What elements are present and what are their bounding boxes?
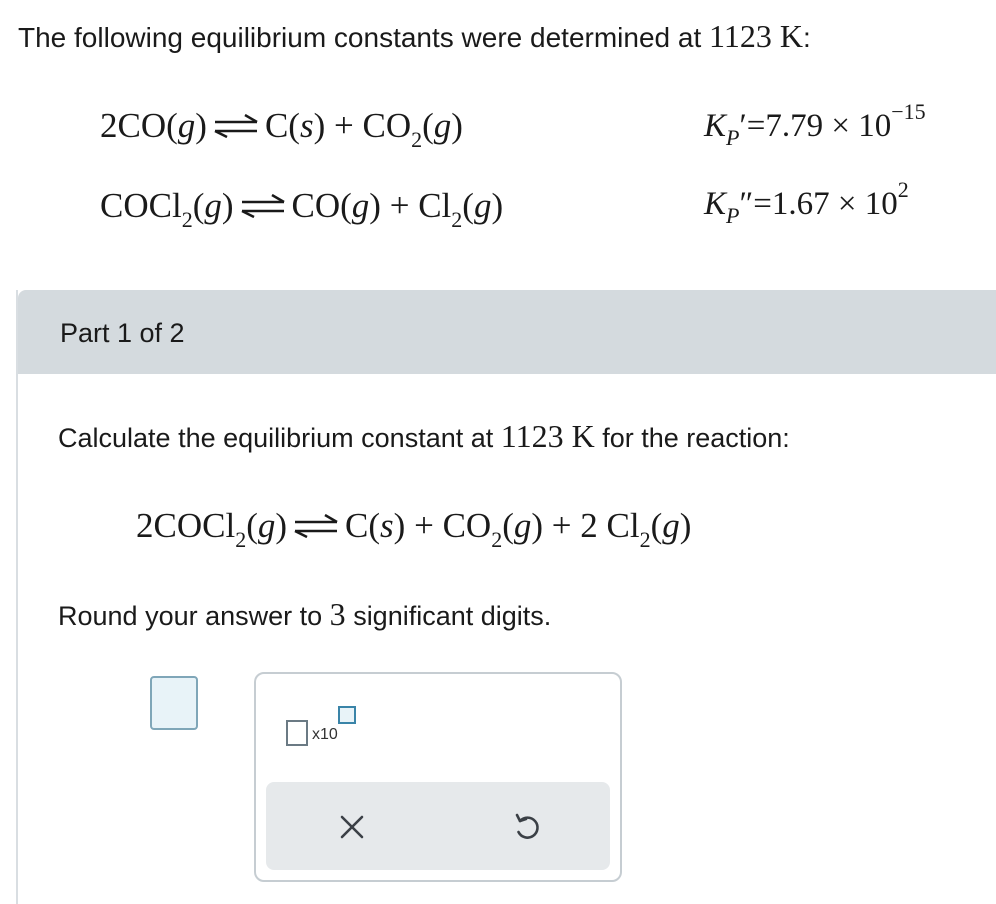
target-product-2-subscript: 2 [491, 527, 503, 552]
target-product-2-state: g [513, 506, 532, 545]
reaction-2-reactant-state: g [204, 186, 222, 225]
x10-label: x10 [312, 726, 338, 743]
undo-icon [515, 813, 539, 839]
part-header: Part 1 of 2 [18, 290, 996, 374]
reaction-1-product-2-subscript: 2 [411, 127, 423, 152]
constant-1-symbol: K [704, 108, 727, 144]
equilibrium-arrow-icon [213, 114, 259, 138]
constant-kp-prime: KP′=7.79 × 10−15 [704, 101, 926, 149]
reaction-1-product-1: C [264, 106, 289, 145]
tool-action-bar [266, 782, 610, 870]
reaction-2-product-2-subscript: 2 [451, 207, 463, 232]
question-prefix: Calculate the equilibrium constant at [58, 423, 494, 453]
constant-2-mantissa: 1.67 [771, 186, 830, 222]
reaction-1-reactant: CO [117, 106, 167, 145]
constant-1-prime: ′ [739, 108, 747, 144]
reset-button[interactable] [504, 804, 550, 850]
target-product-1-state: s [380, 506, 394, 545]
target-plus-1: + [414, 506, 434, 545]
reaction-2-product-1: CO [291, 186, 341, 225]
target-reactant-state: g [257, 506, 276, 545]
intro-temperature: 1123 K [709, 18, 803, 54]
reaction-2-plus: + [389, 186, 410, 225]
reaction-1-product-1-state: s [299, 106, 314, 145]
constant-1-base: 10 [858, 108, 892, 144]
equilibrium-arrow-icon [240, 194, 286, 218]
reaction-1-product-2-state: g [433, 106, 452, 145]
constant-1-equals: = [746, 108, 766, 144]
constant-2-subscript: P [726, 203, 740, 228]
close-icon [340, 815, 364, 839]
constant-1-mantissa: 7.79 [765, 108, 824, 144]
constant-2-base: 10 [864, 186, 898, 222]
scientific-notation-button[interactable]: x10 [286, 704, 366, 754]
math-tool-palette: x10 [254, 672, 622, 882]
reaction-2-product-1-state: g [351, 186, 370, 225]
reaction-1-reactant-state: g [177, 106, 196, 145]
intro-colon: : [802, 22, 811, 53]
answer-input[interactable] [150, 676, 198, 730]
constant-2-times: × [837, 186, 857, 222]
target-product-1: C [345, 506, 369, 545]
constant-2-prime: ″ [739, 186, 754, 222]
reaction-1-plus: + [333, 106, 354, 145]
target-product-3-state: g [662, 506, 680, 545]
reaction-1-product-2: CO [362, 106, 412, 145]
question-suffix: for the reaction: [602, 423, 790, 453]
question-text: Calculate the equilibrium constant at 11… [58, 418, 790, 455]
constant-2-symbol: K [704, 186, 727, 222]
target-plus-2: + [551, 506, 572, 545]
question-temperature: 1123 K [500, 418, 595, 454]
constant-1-times: × [831, 108, 850, 144]
target-product-2: CO [442, 506, 492, 545]
reaction-2-reactant: COCl [100, 186, 182, 225]
equilibrium-arrow-icon [293, 514, 339, 538]
problem-intro: The following equilibrium constants were… [18, 14, 811, 60]
constant-2-exponent: 2 [897, 177, 909, 202]
constant-2-equals: = [753, 186, 772, 222]
reaction-1-coef: 2 [100, 106, 118, 145]
mantissa-box-icon [286, 720, 308, 746]
round-suffix: significant digits. [353, 601, 552, 631]
round-digits: 3 [329, 596, 346, 632]
reaction-2-product-2: Cl [418, 186, 452, 225]
constant-1-subscript: P [726, 125, 740, 150]
target-reactant-subscript: 2 [235, 527, 247, 552]
target-product-3-coef: 2 [580, 506, 598, 545]
target-reaction: 2COCl2(g) C(s) + CO2(g) + 2 Cl2(g) [136, 506, 692, 552]
reaction-2-product-2-state: g [473, 186, 492, 225]
clear-button[interactable] [329, 804, 375, 850]
part-label: Part 1 of 2 [60, 318, 185, 348]
target-reactant-coef: 2 [136, 506, 154, 545]
reaction-1: 2CO(g) C(s) + CO2(g) [100, 106, 463, 152]
reaction-2: COCl2(g) CO(g) + Cl2(g) [100, 186, 504, 232]
target-product-3-subscript: 2 [639, 527, 651, 552]
intro-text: The following equilibrium constants were… [18, 22, 702, 53]
round-prefix: Round your answer to [58, 601, 323, 631]
constant-1-exponent: −15 [891, 99, 926, 124]
exponent-box-icon [338, 706, 356, 724]
target-product-3: Cl [606, 506, 640, 545]
rounding-instruction: Round your answer to 3 significant digit… [58, 596, 551, 633]
constant-kp-double-prime: KP″=1.67 × 102 [704, 179, 909, 227]
target-reactant: COCl [153, 506, 236, 545]
reaction-2-reactant-subscript: 2 [181, 207, 193, 232]
